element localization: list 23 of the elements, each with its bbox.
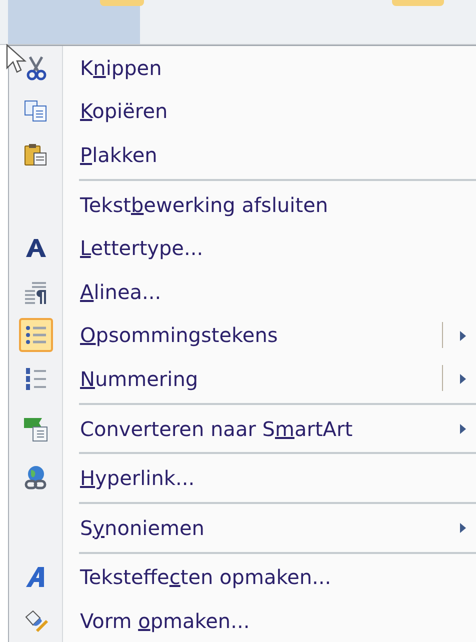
- menu-item[interactable]: Nummering: [9, 357, 476, 401]
- numbered-list-icon: [24, 366, 48, 391]
- paint-bucket-icon: [22, 608, 48, 633]
- smartart-icon: [22, 416, 48, 442]
- clipboard-icon: [24, 142, 48, 167]
- menu-item[interactable]: Vorm opmaken...: [9, 599, 476, 642]
- menu-item[interactable]: Converteren naar SmartArt: [9, 406, 476, 450]
- menu-item[interactable]: Hyperlink...: [9, 456, 476, 500]
- menu-item[interactable]: Alinea...: [9, 270, 476, 314]
- font-icon: [24, 238, 46, 258]
- menu-item[interactable]: Synoniemen: [9, 506, 476, 550]
- tab-edge: [392, 0, 444, 6]
- paragraph-icon: [24, 280, 48, 304]
- menu-item[interactable]: Teksteffecten opmaken...: [9, 556, 476, 600]
- menu-item[interactable]: Kopiëren: [9, 90, 476, 134]
- tab-edge: [100, 0, 144, 6]
- menu-item[interactable]: Tekstbewerking afsluiten: [9, 182, 476, 226]
- menu-item[interactable]: Opsommingstekens: [9, 314, 476, 358]
- bullet-list-icon: [24, 324, 48, 346]
- copy-icon: [24, 100, 48, 122]
- globe-link-icon: [22, 465, 48, 492]
- menu-item[interactable]: Plakken: [9, 133, 476, 177]
- menu-item[interactable]: Lettertype...: [9, 226, 476, 270]
